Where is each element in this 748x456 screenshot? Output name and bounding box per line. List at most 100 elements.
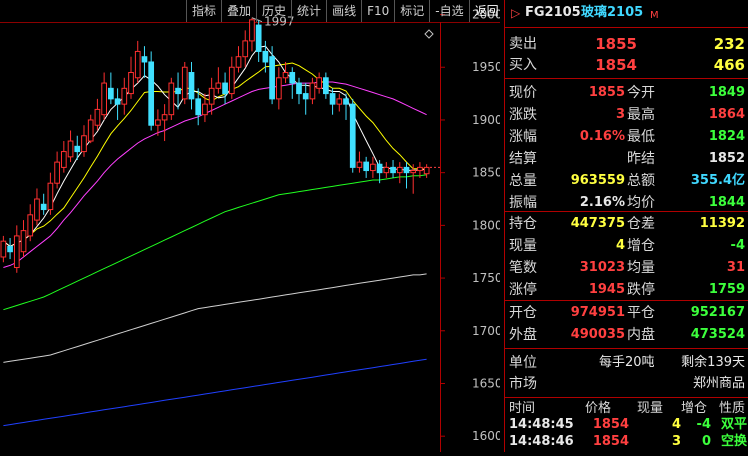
stat-label: 跌停 xyxy=(627,282,655,298)
stat-row: 涨幅 0.16% 最低 1824 xyxy=(505,126,748,148)
quote-panel: ▷ FG2105 玻璃2105 M 卖出 1855 232 买入 1854 46… xyxy=(504,0,748,452)
candle-body xyxy=(363,161,370,172)
stat-value: 31023 xyxy=(579,260,625,275)
stat-value: 952167 xyxy=(690,305,745,320)
stat-value: 447375 xyxy=(570,216,625,231)
toolbar-button-4[interactable]: 画线 xyxy=(326,0,361,22)
tick-time: 14:48:46 xyxy=(509,434,574,449)
stat-value: 355.4亿 xyxy=(690,173,745,188)
candle-body xyxy=(34,198,40,221)
stat-value: 1852 xyxy=(708,151,745,166)
tick-kind: 双平 xyxy=(720,417,747,432)
kline-chart[interactable]: 2000 1950 1900 1850 1800 1750 1700 1650 1600 1997… xyxy=(0,0,503,452)
stat-row: 笔数 31023 均量 31 xyxy=(505,257,748,279)
flag-icon: ▷ xyxy=(511,6,521,20)
stat-label: 涨停 xyxy=(509,282,537,298)
tick-row[interactable]: 14:48:46 1854 3 0 空换 xyxy=(505,433,748,450)
stat-label: 仓差 xyxy=(627,216,655,232)
candle-body xyxy=(27,214,34,237)
ask-price: 1855 xyxy=(595,35,637,53)
stat-label: 总额 xyxy=(627,173,655,189)
stat-label: 内盘 xyxy=(627,327,655,343)
candle-body xyxy=(296,82,302,95)
market-row: 市场 郑州商品 xyxy=(505,373,748,395)
candle-body xyxy=(94,108,101,126)
stat-label: 总量 xyxy=(509,173,537,189)
unit-value: 每手20吨 xyxy=(599,355,655,370)
candle-body xyxy=(87,119,94,142)
candle-body xyxy=(215,82,222,89)
market-value: 郑州商品 xyxy=(692,376,745,391)
candle-body xyxy=(155,119,161,126)
candle-body xyxy=(390,166,396,174)
candle-body xyxy=(175,87,181,95)
candle-body xyxy=(370,163,376,172)
toolbar-button-8[interactable]: 返回 xyxy=(468,0,504,22)
tick-oi: 0 xyxy=(701,434,711,449)
tick-row[interactable]: 14:48:45 1854 4 -4 双平 xyxy=(505,416,748,433)
stat-value: 963559 xyxy=(570,173,625,188)
candle-body xyxy=(13,235,20,269)
candle-body xyxy=(275,77,282,100)
candle-body xyxy=(376,163,383,174)
stat-value: 1849 xyxy=(708,85,745,100)
y-tick-label: 1900 xyxy=(472,113,500,127)
stat-label: 平仓 xyxy=(627,305,655,321)
stat-label: 外盘 xyxy=(509,327,537,343)
toolbar-button-7[interactable]: -自选 xyxy=(429,0,468,22)
candle-body xyxy=(316,77,322,89)
stat-row: 涨跌 3 最高 1864 xyxy=(505,104,748,126)
divider xyxy=(505,27,748,28)
unit-row: 单位 每手20吨 剩余139天 xyxy=(505,352,748,374)
contract-header: ▷ FG2105 玻璃2105 M xyxy=(505,2,748,24)
candle-body xyxy=(262,50,269,63)
candle-body xyxy=(222,82,228,95)
kline-chart-svg[interactable]: 2000195019001850180017501700165016001997 xyxy=(0,0,503,452)
candle-body xyxy=(309,82,316,100)
contract-code: FG2105 xyxy=(525,5,581,20)
stat-row: 涨停 1945 跌停 1759 xyxy=(505,279,748,301)
toolbar-button-0[interactable]: 指标 xyxy=(186,0,221,22)
divider xyxy=(505,348,748,349)
bid-row: 买入 1854 466 xyxy=(505,54,748,76)
candle-body xyxy=(323,77,329,95)
ask-volume: 232 xyxy=(713,35,745,53)
candle-body xyxy=(114,98,121,105)
tick-price: 1854 xyxy=(592,434,629,449)
toolbar-button-5[interactable]: F10 xyxy=(361,0,394,22)
toolbar-button-1[interactable]: 叠加 xyxy=(221,0,256,22)
toolbar-button-2[interactable]: 历史 xyxy=(256,0,291,22)
candle-body xyxy=(47,182,54,211)
candle-body xyxy=(383,166,390,174)
candle-body xyxy=(195,98,202,116)
ma20-line xyxy=(3,81,427,268)
ma250-line xyxy=(3,358,427,427)
contract-name: 玻璃2105 xyxy=(581,5,644,20)
stat-label: 开仓 xyxy=(509,305,537,321)
candle-body xyxy=(121,87,128,105)
stat-value: 974951 xyxy=(570,305,625,320)
tick-oi: -4 xyxy=(696,417,711,432)
stat-value: 1824 xyxy=(708,129,745,144)
candle-body xyxy=(54,161,60,184)
main-contract-marker: M xyxy=(650,10,659,21)
candle-body xyxy=(235,56,242,68)
stat-label: 均量 xyxy=(627,260,655,276)
stat-label: 结算 xyxy=(509,151,537,167)
toolbar-button-6[interactable]: 标记 xyxy=(394,0,429,22)
candle-body xyxy=(396,166,403,174)
ask-label: 卖出 xyxy=(509,36,537,52)
ma10-line xyxy=(3,62,427,247)
stat-value: 31 xyxy=(726,260,745,275)
toolbar-button-3[interactable]: 统计 xyxy=(291,0,326,22)
stat-label: 昨结 xyxy=(627,151,655,167)
divider xyxy=(505,78,748,79)
candle-body xyxy=(228,66,235,95)
candle-body xyxy=(417,166,423,172)
candle-body xyxy=(242,40,249,58)
candle-body xyxy=(329,93,336,105)
candle-body xyxy=(403,166,410,174)
stat-value: 0.16% xyxy=(579,129,625,144)
stat-label: 最高 xyxy=(627,107,655,123)
stat-row: 外盘 490035 内盘 473524 xyxy=(505,324,748,346)
